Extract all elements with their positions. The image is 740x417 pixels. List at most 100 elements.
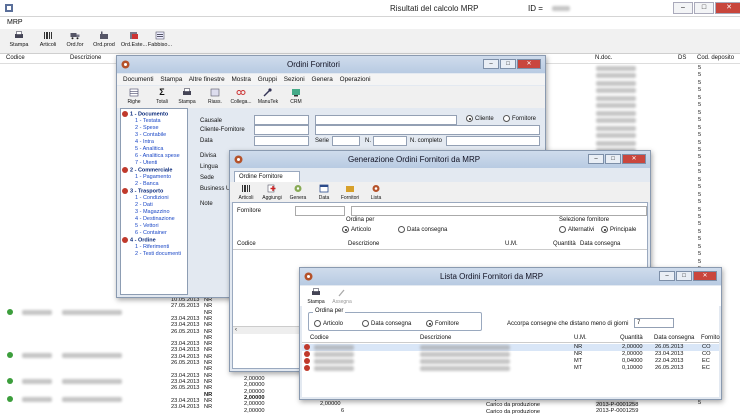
- tool-aggiungi-button[interactable]: Aggiungi: [260, 184, 284, 201]
- tab-ordine-fornitore[interactable]: Ordine Fornitore: [234, 171, 300, 182]
- tool-manutek-button[interactable]: ManuTek: [256, 88, 280, 105]
- tool-data-button[interactable]: Data: [312, 184, 336, 201]
- close-button[interactable]: ✕: [715, 2, 740, 14]
- lista-radio-fornitore[interactable]: Fornitore: [426, 320, 459, 327]
- lista-col-um[interactable]: U.M.: [574, 335, 587, 341]
- tree-item[interactable]: 2 - Spese: [122, 125, 186, 132]
- cliente-fornitore-input[interactable]: [254, 125, 309, 135]
- toolbar-ordprod-button[interactable]: Ord.prod: [89, 31, 119, 48]
- col-cod-deposito[interactable]: Cod. deposito: [697, 55, 734, 61]
- gen-col-descrizione[interactable]: Descrizione: [348, 241, 379, 247]
- lista-assegna-button[interactable]: Assegna: [330, 288, 354, 305]
- tree-item[interactable]: 7 - Utenti: [122, 160, 186, 167]
- causale-input[interactable]: [254, 115, 309, 125]
- fornitore-input[interactable]: [295, 206, 345, 216]
- n-input[interactable]: [373, 136, 407, 146]
- tree-item[interactable]: 2 - Banca: [122, 181, 186, 188]
- lista-stampa-button[interactable]: Stampa: [304, 288, 328, 305]
- maximize-button[interactable]: □: [605, 154, 621, 164]
- gen-col-quantita[interactable]: Quantità: [553, 241, 576, 247]
- maximize-button[interactable]: □: [694, 2, 714, 14]
- minimize-button[interactable]: –: [588, 154, 604, 164]
- tree-item[interactable]: 5 - Analitica: [122, 146, 186, 153]
- tool-lista-button[interactable]: Lista: [364, 184, 388, 201]
- tool-riass-button[interactable]: Riass.: [203, 88, 227, 105]
- lista-row[interactable]: NR 2,00000 26.05.2013 CO: [302, 344, 719, 351]
- radio-alternativi[interactable]: Alternativi: [559, 226, 594, 233]
- tool-righe-button[interactable]: Righe: [122, 88, 146, 105]
- radio-principale[interactable]: Principale: [601, 226, 636, 233]
- lista-radio-data-consegna[interactable]: Data consegna: [362, 320, 411, 327]
- tree-item[interactable]: 6 - Analitica spese: [122, 153, 186, 160]
- toolbar-ordfor-button[interactable]: Ord.for: [60, 31, 90, 48]
- col-descrizione[interactable]: Descrizione: [70, 55, 101, 61]
- toolbar-articoli-button[interactable]: Articoli: [33, 31, 63, 48]
- tree-item[interactable]: 3 - Magazzino: [122, 209, 186, 216]
- col-ndoc[interactable]: N.doc.: [595, 55, 612, 61]
- tree-group-4[interactable]: 4 - Ordine: [122, 236, 186, 244]
- lista-col-quantita[interactable]: Quantità: [620, 335, 643, 341]
- radio-articolo[interactable]: Articolo: [342, 226, 371, 233]
- accorpa-input[interactable]: 7: [634, 318, 674, 328]
- gen-col-um[interactable]: U.M.: [505, 241, 518, 247]
- tool-stampa-button[interactable]: Stampa: [175, 88, 199, 105]
- radio-fornitore[interactable]: Fornitore: [503, 115, 536, 122]
- tool-crm-button[interactable]: CRM: [284, 88, 308, 105]
- menu-mrp[interactable]: MRP: [7, 19, 23, 26]
- tool-genera-button[interactable]: Genera: [286, 184, 310, 201]
- minimize-button[interactable]: –: [483, 59, 499, 69]
- lista-row[interactable]: NR 2,00000 23.04.2013 CO: [302, 351, 719, 358]
- tree-item[interactable]: 4 - Destinazione: [122, 216, 186, 223]
- tree-item[interactable]: 5 - Vettori: [122, 223, 186, 230]
- menu-documenti[interactable]: Documenti: [123, 76, 154, 83]
- tool-collega-button[interactable]: Collega...: [229, 88, 253, 105]
- tree-item[interactable]: 1 - Testata: [122, 118, 186, 125]
- tree-item[interactable]: 4 - Intra: [122, 139, 186, 146]
- col-ds[interactable]: DS: [678, 55, 686, 61]
- toolbar-fabbisogni-button[interactable]: Fabbiso...: [145, 31, 175, 48]
- lista-row[interactable]: MT 0,10000 26.05.2013 EC: [302, 365, 719, 372]
- tree-item[interactable]: 3 - Contabile: [122, 132, 186, 139]
- tree-item[interactable]: 2 - Testi documenti: [122, 251, 186, 258]
- toolbar-stampa-button[interactable]: Stampa: [4, 31, 34, 48]
- scroll-left-icon[interactable]: ‹: [235, 327, 237, 333]
- data-input[interactable]: [254, 136, 309, 146]
- menu-gruppi[interactable]: Gruppi: [258, 76, 277, 83]
- serie-input[interactable]: [332, 136, 360, 146]
- menu-altre-finestre[interactable]: Altre finestre: [189, 76, 225, 83]
- maximize-button[interactable]: □: [500, 59, 516, 69]
- minimize-button[interactable]: –: [659, 271, 675, 281]
- minimize-button[interactable]: –: [673, 2, 693, 14]
- close-button[interactable]: ✕: [517, 59, 541, 69]
- menu-operazioni[interactable]: Operazioni: [340, 76, 371, 83]
- tool-articoli-button[interactable]: Articoli: [234, 184, 258, 201]
- menu-genera[interactable]: Genera: [311, 76, 332, 83]
- lista-radio-articolo[interactable]: Articolo: [314, 320, 343, 327]
- tool-fornitori-button[interactable]: Fornitori: [338, 184, 362, 201]
- tree-group-1[interactable]: 1 - Documento: [122, 111, 186, 118]
- close-button[interactable]: ✕: [693, 271, 717, 281]
- tree-item[interactable]: 1 - Pagamento: [122, 174, 186, 181]
- tree-item[interactable]: 2 - Dati: [122, 202, 186, 209]
- lista-col-fornitore[interactable]: Fornito: [701, 335, 720, 341]
- lista-col-data-consegna[interactable]: Data consegna: [654, 335, 694, 341]
- col-codice[interactable]: Codice: [6, 55, 25, 61]
- radio-cliente[interactable]: Cliente: [466, 115, 494, 122]
- menu-sezioni[interactable]: Sezioni: [284, 76, 305, 83]
- tree-group-3[interactable]: 3 - Trasporto: [122, 187, 186, 195]
- menu-stampa[interactable]: Stampa: [160, 76, 182, 83]
- maximize-button[interactable]: □: [676, 271, 692, 281]
- gen-col-data-consegna[interactable]: Data consegna: [580, 241, 620, 247]
- close-button[interactable]: ✕: [622, 154, 646, 164]
- tool-totali-button[interactable]: Σ Totali: [150, 88, 174, 106]
- n-completo-input[interactable]: [446, 136, 540, 146]
- lista-row[interactable]: MT 0,04000 22.04.2013 EC: [302, 358, 719, 365]
- tree-item[interactable]: 1 - Condizioni: [122, 195, 186, 202]
- menu-mostra[interactable]: Mostra: [231, 76, 251, 83]
- tree-group-2[interactable]: 2 - Commerciale: [122, 166, 186, 174]
- radio-data-consegna[interactable]: Data consegna: [398, 226, 447, 233]
- tree-item[interactable]: 6 - Container: [122, 230, 186, 237]
- gen-col-codice[interactable]: Codice: [237, 241, 256, 247]
- lista-col-codice[interactable]: Codice: [310, 335, 329, 341]
- tree-item[interactable]: 1 - Riferimenti: [122, 244, 186, 251]
